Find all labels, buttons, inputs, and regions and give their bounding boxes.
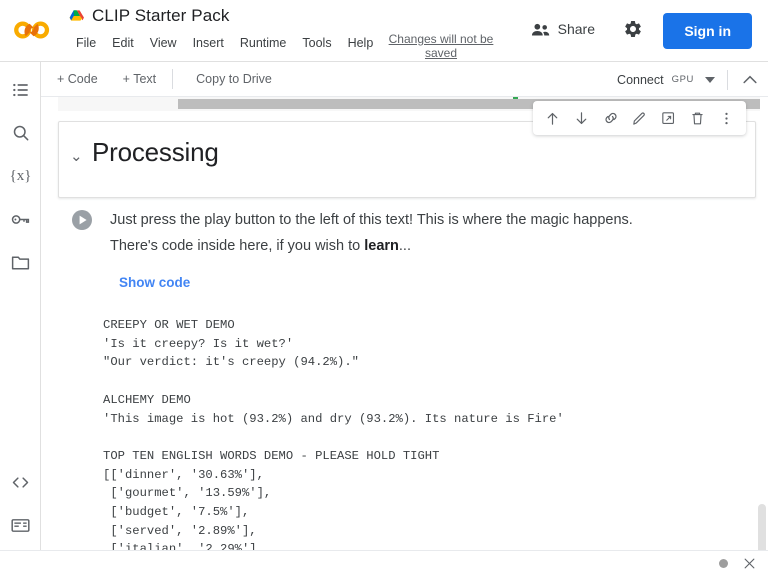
terminal-icon [11, 518, 30, 532]
people-icon [531, 23, 549, 35]
code-brackets-icon [12, 476, 29, 488]
sidebar-item-secrets[interactable] [0, 199, 41, 239]
arrow-up-icon [547, 112, 558, 125]
app-header: CLIP Starter Pack File Edit View Insert … [0, 0, 768, 62]
list-icon [12, 83, 28, 97]
markdown-bold-learn: learn [364, 238, 399, 254]
menu-edit[interactable]: Edit [104, 33, 142, 53]
menu-tools[interactable]: Tools [294, 33, 339, 53]
notebook-title-row[interactable]: CLIP Starter Pack [68, 6, 229, 26]
sidebar-item-variables[interactable]: {x} [0, 156, 41, 196]
show-code-link[interactable]: Show code [119, 275, 190, 290]
status-bar [0, 550, 768, 576]
copy-to-drive-button[interactable]: Copy to Drive [187, 68, 281, 90]
menu-view[interactable]: View [142, 33, 185, 53]
link-icon [604, 112, 617, 124]
notebook-toolbar: + Code + Text Copy to Drive Connect GPU [41, 62, 768, 97]
cell-action-toolbar [533, 101, 746, 135]
close-button[interactable] [740, 554, 759, 573]
notebook-canvas: ⌄ Processing Just press the play button … [41, 97, 768, 550]
menu-bar: File Edit View Insert Runtime Tools Help [68, 33, 381, 53]
toolbar-divider [172, 69, 174, 89]
sidebar-item-table-of-contents[interactable] [0, 70, 41, 110]
add-text-cell-button[interactable]: + Text [114, 68, 165, 90]
vertical-dots-icon [725, 112, 728, 124]
sign-in-button[interactable]: Sign in [663, 13, 752, 49]
drive-icon [69, 10, 84, 21]
colab-logo[interactable] [10, 16, 54, 44]
arrow-down-icon [576, 111, 587, 124]
key-icon [11, 214, 30, 224]
cell-output-text: CREEPY OR WET DEMO 'Is it creepy? Is it … [103, 318, 564, 550]
sidebar-item-find-and-replace[interactable] [0, 113, 41, 153]
run-cell-button[interactable] [70, 208, 94, 232]
runtime-type-badge: GPU [671, 74, 694, 85]
cell-heading: Processing [92, 137, 219, 167]
menu-file[interactable]: File [68, 33, 104, 53]
notebook-scrollbar[interactable] [756, 194, 768, 550]
chevron-down-icon[interactable] [705, 76, 715, 83]
menu-runtime[interactable]: Runtime [232, 33, 295, 53]
chevron-down-icon[interactable]: ⌄ [70, 149, 83, 164]
move-cell-up-button[interactable] [539, 105, 566, 132]
trash-icon [692, 112, 703, 124]
folder-icon [11, 256, 30, 270]
toolbar-divider-2 [727, 69, 728, 90]
connect-button[interactable]: Connect [617, 73, 664, 87]
markdown-line-2-post: ... [398, 238, 411, 254]
copy-cell-icon [662, 111, 675, 124]
gear-icon [625, 21, 641, 37]
sidebar-item-files[interactable] [0, 242, 41, 282]
toggle-header-button[interactable] [740, 70, 760, 90]
menu-help[interactable]: Help [340, 33, 382, 53]
sidebar-item-code-snippets[interactable] [0, 462, 41, 502]
left-sidebar: {x} [0, 62, 41, 576]
connection-status-dot[interactable] [719, 559, 728, 568]
add-code-cell-button[interactable]: + Code [48, 68, 107, 90]
notebook-scrollbar-thumb[interactable] [758, 504, 766, 550]
move-cell-down-button[interactable] [568, 105, 595, 132]
cell-markdown-text: Just press the play button to the left o… [110, 207, 700, 259]
close-icon [744, 558, 755, 569]
page-title: CLIP Starter Pack [92, 6, 230, 25]
more-cell-actions-button[interactable] [713, 105, 740, 132]
search-icon [13, 125, 28, 141]
toolbar-right-group: Connect GPU [617, 62, 760, 97]
changes-not-saved-notice[interactable]: Changes will not be saved [377, 32, 505, 60]
copy-to-new-notebook-button[interactable] [655, 105, 682, 132]
settings-button[interactable] [623, 19, 643, 44]
delete-cell-button[interactable] [684, 105, 711, 132]
chevron-up-icon [743, 75, 757, 83]
edit-cell-button[interactable] [626, 105, 653, 132]
menu-insert[interactable]: Insert [185, 33, 232, 53]
sidebar-item-terminal[interactable] [0, 505, 41, 545]
share-label: Share [557, 21, 595, 37]
play-button-icon [72, 210, 92, 230]
variables-icon: {x} [9, 167, 32, 184]
share-button[interactable]: Share [525, 17, 601, 41]
pencil-icon [633, 111, 645, 125]
markdown-line-2-pre: There's code inside here, if you wish to [110, 238, 365, 254]
markdown-line-1: Just press the play button to the left o… [110, 212, 633, 228]
link-to-cell-button[interactable] [597, 105, 624, 132]
